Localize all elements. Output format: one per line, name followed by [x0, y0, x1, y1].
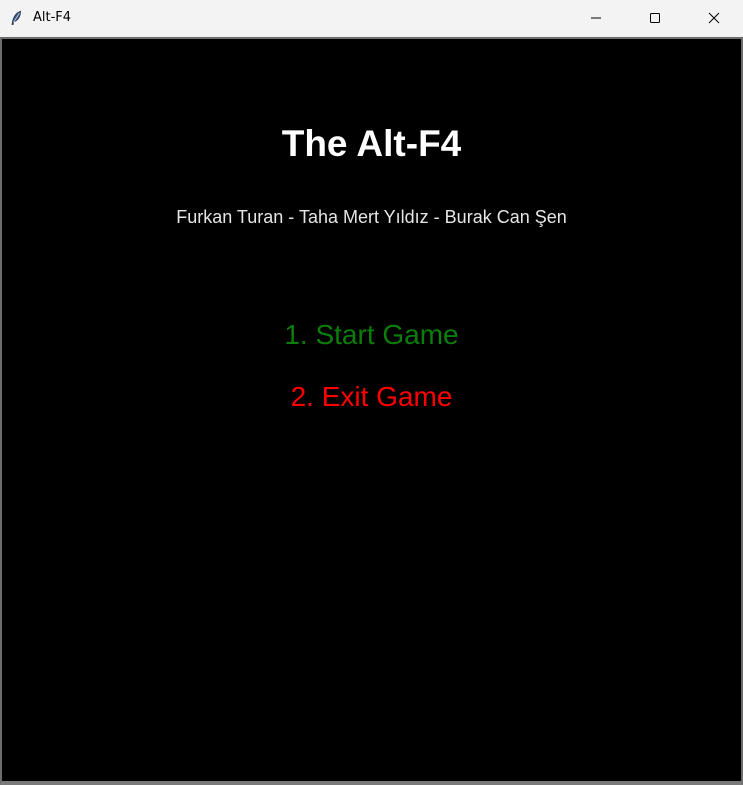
- start-game-option[interactable]: 1. Start Game: [2, 318, 741, 352]
- maximize-icon: [649, 13, 660, 23]
- game-title: The Alt-F4: [281, 123, 462, 164]
- minimize-icon: [590, 17, 601, 19]
- app-window: Alt-F4 The Alt-F4 Furkan Turan - Taha Me…: [0, 0, 743, 785]
- exit-game-option[interactable]: 2. Exit Game: [2, 380, 741, 414]
- credits-text: Furkan Turan - Taha Mert Yıldız - Burak …: [176, 207, 567, 227]
- minimize-button[interactable]: [566, 0, 625, 36]
- close-icon: [708, 12, 719, 24]
- game-canvas-frame: The Alt-F4 Furkan Turan - Taha Mert Yıld…: [0, 37, 743, 785]
- window-title: Alt-F4: [33, 10, 72, 25]
- title-bar[interactable]: Alt-F4: [0, 0, 743, 36]
- feather-icon: [8, 10, 24, 26]
- maximize-button[interactable]: [625, 0, 684, 36]
- game-canvas[interactable]: The Alt-F4 Furkan Turan - Taha Mert Yıld…: [2, 39, 741, 781]
- caption-buttons: [566, 0, 743, 36]
- close-button[interactable]: [684, 0, 743, 36]
